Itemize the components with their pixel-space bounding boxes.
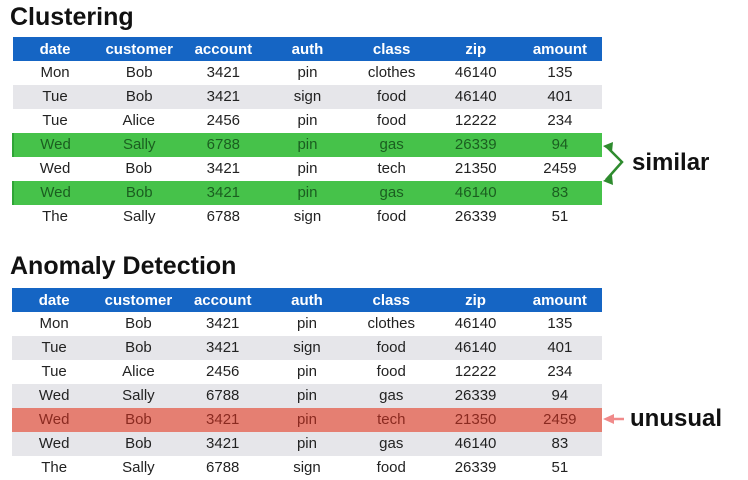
similar-arrowhead-top — [603, 142, 613, 152]
unusual-label: unusual — [630, 405, 723, 432]
unusual-arrowhead — [603, 414, 614, 424]
unusual-arrow — [603, 414, 624, 424]
similar-bracket-line — [605, 145, 624, 181]
similar-bracket-arrow — [603, 142, 624, 185]
similar-label: similar — [632, 149, 710, 176]
